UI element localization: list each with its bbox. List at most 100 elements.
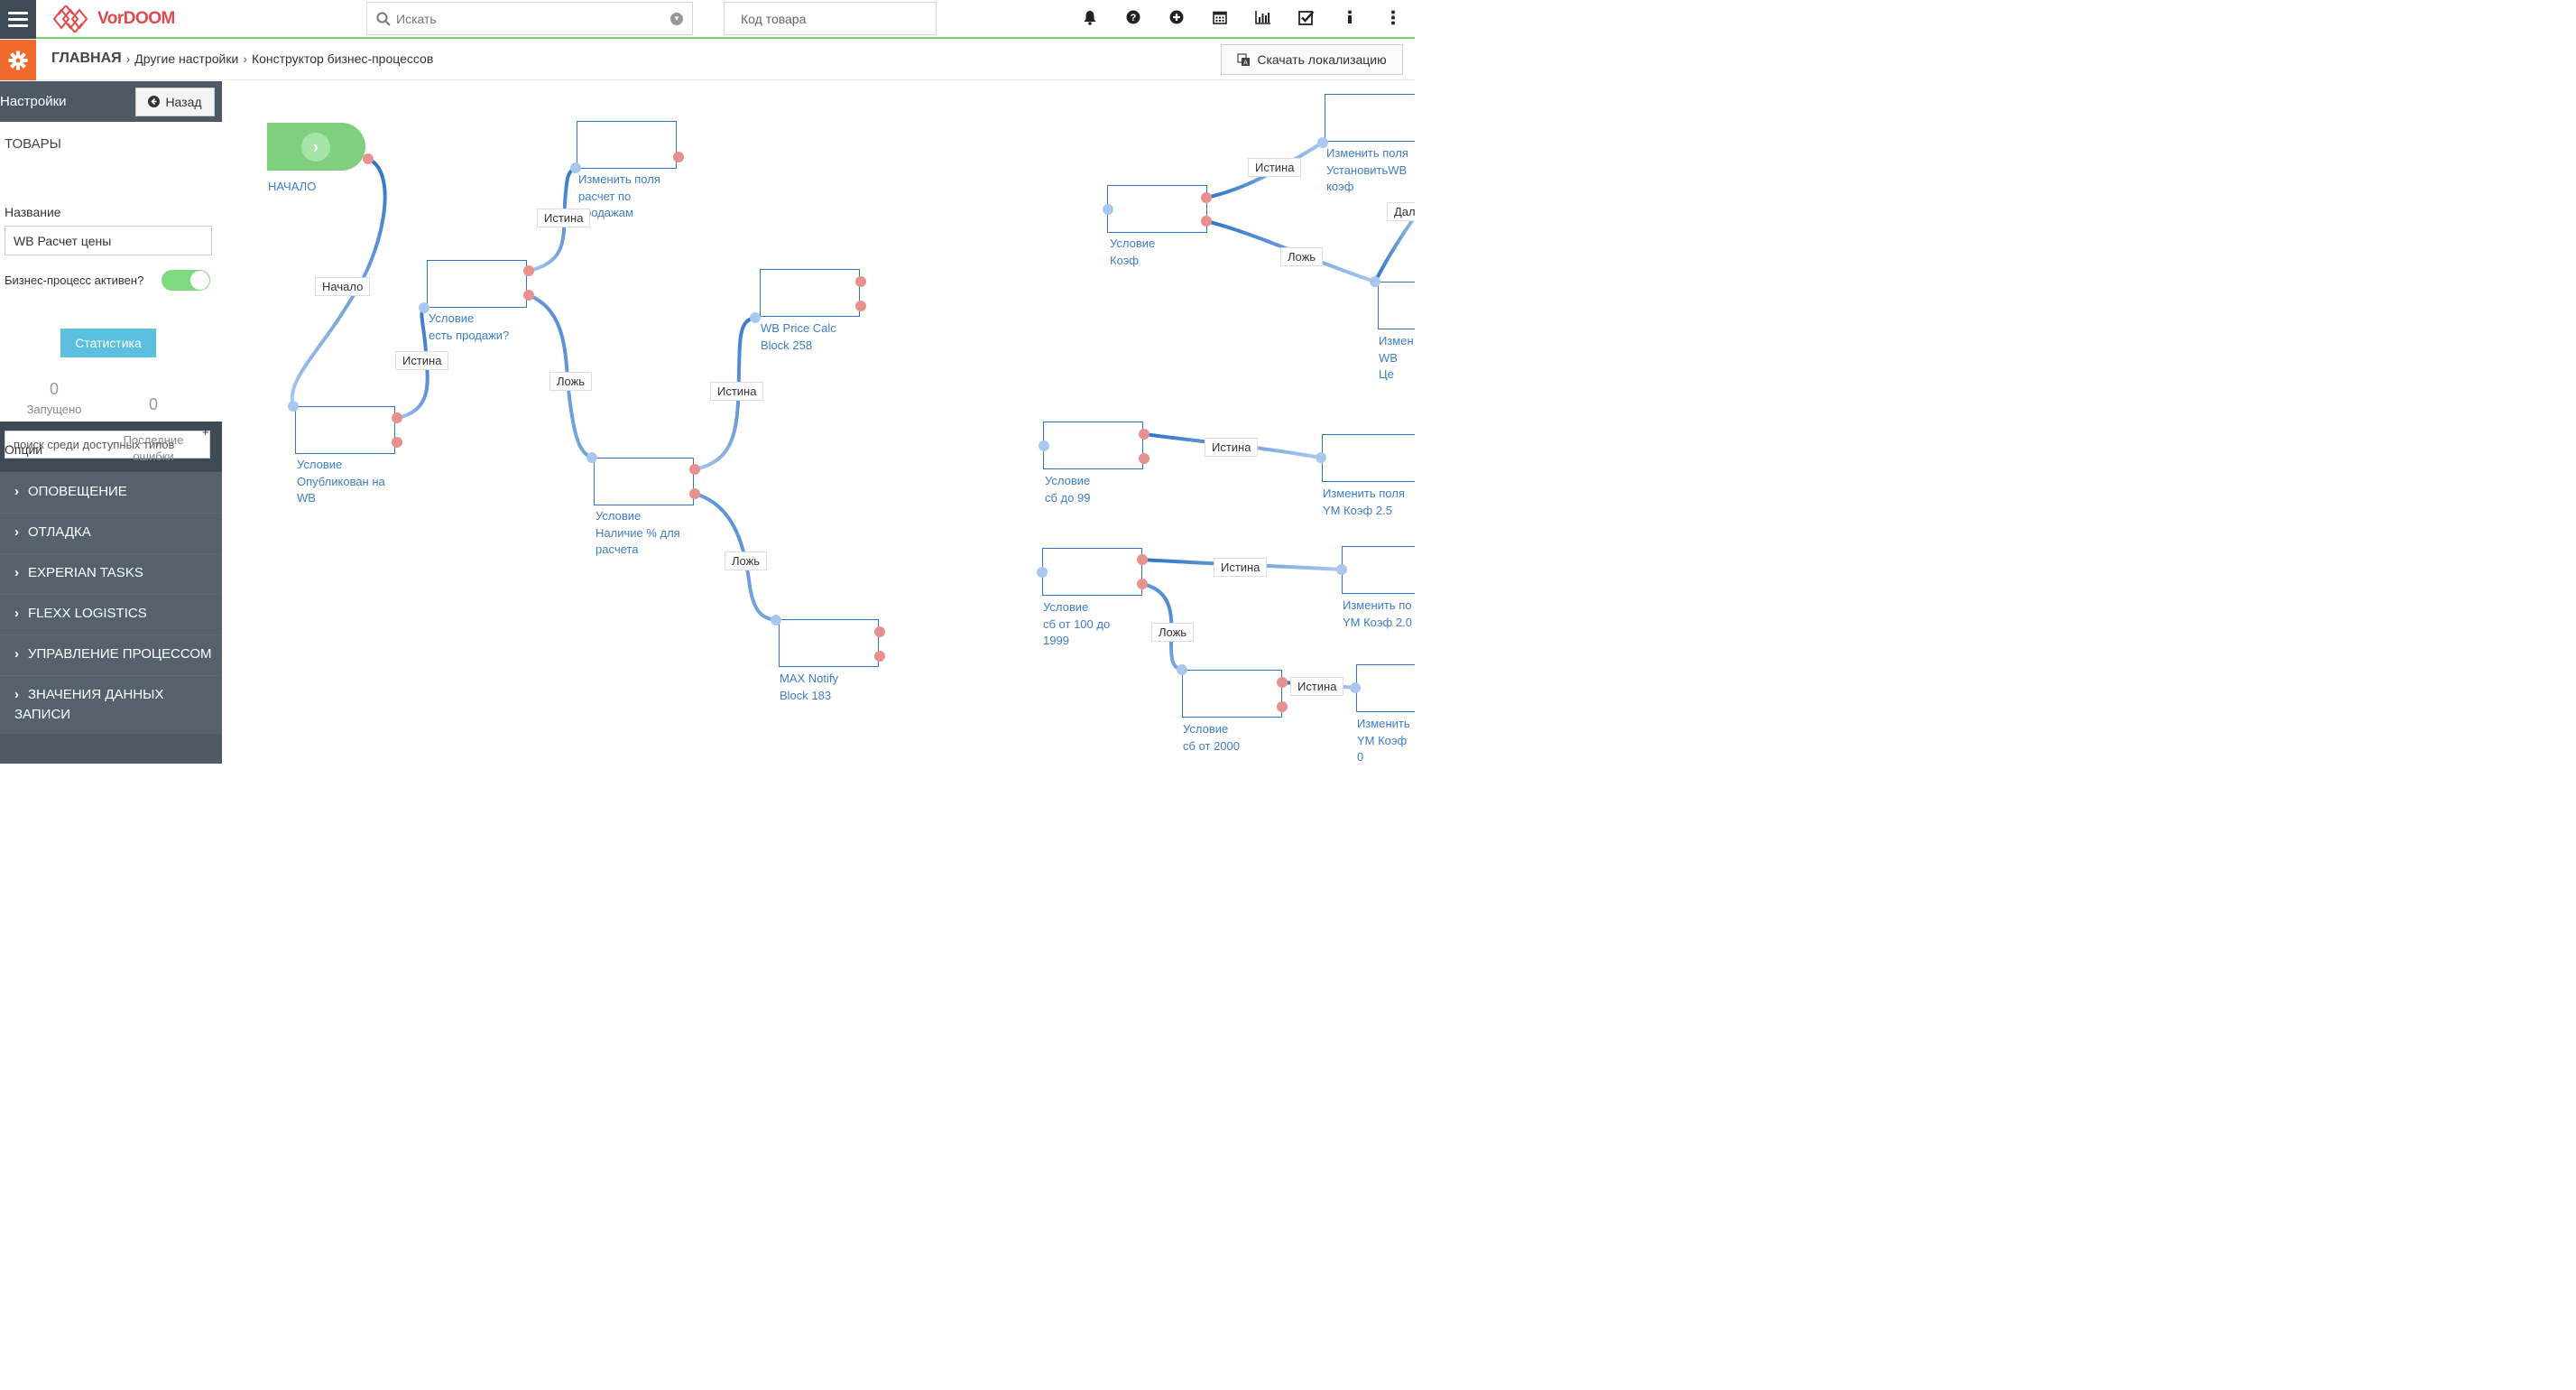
statistics-button[interactable]: Статистика xyxy=(60,329,156,357)
sidebar-item-flexx[interactable]: › FLEXX LOGISTICS xyxy=(0,594,222,635)
node-label: Условие Опубликован на WB xyxy=(297,458,385,505)
search-input[interactable]: Искать ▾ xyxy=(366,2,693,35)
chevron-right-icon: › xyxy=(125,51,131,66)
node-wb-price-calc[interactable] xyxy=(760,269,860,317)
edge-label: Ложь xyxy=(1280,247,1324,266)
node-label: Условие Наличие % для расчета xyxy=(596,509,680,556)
play-icon: › xyxy=(301,133,330,162)
launched-label: Запущено xyxy=(26,403,82,416)
node-label: Условие сб от 2000 xyxy=(1183,722,1240,753)
node-label: Изменить поля расчет по продажам xyxy=(578,172,660,219)
node-label: WB Price Calc Block 258 xyxy=(761,321,836,352)
edge-label: Начало xyxy=(315,277,371,296)
node-label: Условие есть продажи? xyxy=(429,311,510,342)
errors-stat: 0 Последние ошибки xyxy=(113,380,194,481)
arrow-left-icon xyxy=(148,96,161,107)
breadcrumb-home[interactable]: ГЛАВНАЯ xyxy=(51,51,122,67)
breadcrumb-item[interactable]: Конструктор бизнес-процессов xyxy=(252,51,433,66)
sidebar-item-experian[interactable]: › EXPERIAN TASKS xyxy=(0,553,222,594)
node-label: MAX Notify Block 183 xyxy=(780,672,839,702)
node-coef[interactable] xyxy=(1107,185,1207,233)
node-change-wb-price[interactable] xyxy=(1378,282,1415,329)
sidebar-item-record-values[interactable]: › ЗНАЧЕНИЯ ДАННЫХ ЗАПИСИ xyxy=(0,675,222,734)
options-label: Опции xyxy=(5,442,43,457)
edge-label: Истина xyxy=(537,208,591,227)
sidebar-title: Настройки xyxy=(0,94,67,109)
logo[interactable]: VorDOOM xyxy=(49,4,175,34)
search-placeholder: Искать xyxy=(396,11,437,26)
top-bar: VorDOOM Искать ▾ Код товара ? xyxy=(0,0,1415,39)
edge-label: Истина xyxy=(1205,438,1259,457)
sidebar-header: Настройки Назад xyxy=(0,81,222,122)
calendar-icon[interactable] xyxy=(1198,10,1242,29)
edge-label: Ложь xyxy=(1151,623,1195,642)
edge-label: Ложь xyxy=(725,551,768,570)
active-label: Бизнес-процесс активен? xyxy=(5,273,144,287)
sidebar-item-process-control[interactable]: › УПРАВЛЕНИЕ ПРОЦЕССОМ xyxy=(0,635,222,675)
node-published[interactable] xyxy=(295,406,395,454)
sidebar-item-label: ЗНАЧЕНИЯ ДАННЫХ ЗАПИСИ xyxy=(14,687,164,722)
chevron-right-icon: › xyxy=(14,484,19,499)
edge-label: Истина xyxy=(1248,158,1302,177)
active-toggle[interactable] xyxy=(162,270,210,291)
back-button[interactable]: Назад xyxy=(135,87,215,116)
logo-mark-icon xyxy=(52,5,88,32)
name-label: Название xyxy=(5,205,61,219)
breadcrumb-item[interactable]: Другие настройки xyxy=(134,51,238,66)
sidebar-item-label: УПРАВЛЕНИЕ ПРОЦЕССОМ xyxy=(28,646,212,662)
help-icon[interactable]: ? xyxy=(1112,10,1155,29)
breadcrumb-bar: ГЛАВНАЯ › Другие настройки › Конструктор… xyxy=(0,40,1415,80)
chevron-down-icon[interactable]: ▾ xyxy=(670,12,683,25)
node-ym-coef-20[interactable] xyxy=(1342,546,1415,594)
node-has-sales[interactable] xyxy=(427,260,527,308)
node-sb-from-2000[interactable] xyxy=(1182,670,1282,718)
node-label: Изменить поля YM Коэф 2.5 xyxy=(1323,486,1405,517)
product-code-input[interactable]: Код товара xyxy=(724,2,937,35)
gear-icon[interactable] xyxy=(0,40,36,80)
launched-count: 0 xyxy=(49,380,59,398)
node-label: Измен WB Це xyxy=(1379,334,1414,381)
info-icon[interactable] xyxy=(1328,10,1371,29)
download-label: Скачать локализацию xyxy=(1257,52,1387,67)
checkbox-icon[interactable] xyxy=(1285,10,1328,30)
node-sb-100-1999[interactable] xyxy=(1042,548,1142,596)
node-sb-to-99[interactable] xyxy=(1043,422,1143,469)
bell-icon[interactable] xyxy=(1068,10,1112,30)
process-canvas[interactable]: › НАЧАЛО Условие Опубликован на WB Услов… xyxy=(222,81,1415,764)
download-localization-button[interactable]: A Скачать локализацию xyxy=(1221,44,1403,75)
more-icon[interactable] xyxy=(1371,10,1415,30)
node-ym-coef-0[interactable] xyxy=(1356,664,1415,712)
settings-panel: ТОВАРЫ Название WB Расчет цены Бизнес-пр… xyxy=(0,122,222,463)
chevron-right-icon: › xyxy=(14,646,19,662)
edge-label: Ложь xyxy=(549,372,593,391)
start-node[interactable]: › xyxy=(267,123,365,171)
menu-icon[interactable] xyxy=(0,0,36,39)
edge-label: Истина xyxy=(395,351,449,370)
sidebar-item-debug[interactable]: › ОТЛАДКА xyxy=(0,513,222,553)
add-icon[interactable] xyxy=(1155,10,1198,29)
chart-icon[interactable] xyxy=(1242,10,1285,29)
chevron-right-icon: › xyxy=(14,565,19,580)
svg-text:?: ? xyxy=(1131,13,1137,23)
node-percent-available[interactable] xyxy=(594,458,694,505)
node-set-wb-coef[interactable] xyxy=(1325,94,1415,142)
logo-text: VorDOOM xyxy=(97,9,175,28)
node-label: Условие сб от 100 до 1999 xyxy=(1043,600,1111,647)
name-field[interactable]: WB Расчет цены xyxy=(5,226,212,255)
edge-label: Истина xyxy=(710,382,764,401)
expand-plus-icon[interactable]: + xyxy=(202,425,209,439)
chevron-right-icon: › xyxy=(14,687,19,702)
start-label: НАЧАЛО xyxy=(268,180,317,193)
node-ym-coef-25[interactable] xyxy=(1322,434,1415,482)
search-icon xyxy=(376,12,391,26)
node-label: Изменить поля УстановитьWB коэф xyxy=(1326,146,1408,193)
sidebar-item-label: ОПОВЕЩЕНИЕ xyxy=(28,484,127,499)
translate-icon: A xyxy=(1237,52,1251,66)
node-label: Изменить по YM Коэф 2.0 xyxy=(1343,598,1412,629)
node-max-notify[interactable] xyxy=(779,619,879,667)
back-label: Назад xyxy=(165,94,202,109)
launched-stat: 0 Запущено xyxy=(18,380,90,416)
top-icons: ? xyxy=(1068,0,1415,39)
sidebar-item-label: FLEXX LOGISTICS xyxy=(28,606,147,621)
node-set-fields-sales[interactable] xyxy=(577,121,677,169)
